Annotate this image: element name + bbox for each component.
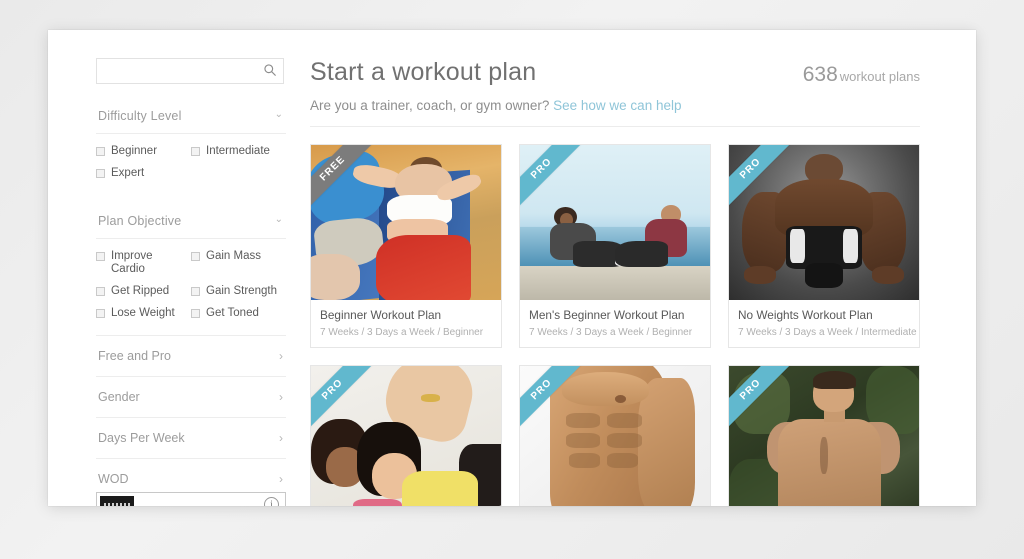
filter-row-label: WOD — [98, 472, 129, 486]
search-box[interactable] — [96, 58, 284, 84]
card-image: PRO — [729, 366, 919, 506]
filter-option-label: Improve Cardio — [111, 250, 153, 275]
workout-plan-grid: FREE Beginner Workout Plan 7 Weeks / 3 D… — [310, 144, 920, 506]
screen: Difficulty Level ⌄ Beginner Intermediate… — [0, 0, 1024, 559]
card-title: Beginner Workout Plan — [320, 308, 442, 322]
filter-option-expert[interactable]: Expert — [96, 167, 191, 180]
filter-option-gain-mass[interactable]: Gain Mass — [191, 250, 286, 276]
info-icon[interactable]: i — [264, 497, 279, 506]
filter-option-label: Gain Strength — [206, 285, 277, 297]
filter-option-gain-strength[interactable]: Gain Strength — [191, 285, 286, 298]
card-image: PRO — [520, 366, 710, 506]
main-content: Start a workout plan 638 workout plans Ar… — [310, 54, 920, 506]
filter-group-difficulty-level: Difficulty Level ⌄ Beginner Intermediate… — [96, 100, 286, 189]
chevron-right-icon[interactable]: › — [279, 350, 283, 362]
card-image: PRO — [311, 366, 501, 506]
card-meta: 7 Weeks / 3 Days a Week / Beginner — [320, 327, 484, 338]
filter-row-label: Days Per Week — [98, 431, 185, 445]
card-title: Men's Beginner Workout Plan — [529, 308, 685, 322]
page-header: Start a workout plan 638 workout plans Ar… — [310, 54, 920, 127]
workout-plan-card[interactable]: PRO — [310, 365, 502, 506]
plan-count-label: workout plans — [839, 69, 920, 84]
filter-header-difficulty-level[interactable]: Difficulty Level ⌄ — [96, 100, 286, 134]
filter-row-gender[interactable]: Gender › — [96, 377, 286, 418]
card-image: PRO — [520, 145, 710, 300]
card-meta: 7 Weeks / 3 Days a Week / Beginner — [529, 327, 693, 338]
filter-row-free-and-pro[interactable]: Free and Pro › — [96, 335, 286, 377]
filter-option-improve-cardio[interactable]: Improve Cardio — [96, 250, 191, 276]
workout-plan-card[interactable]: PRO — [728, 365, 920, 506]
sidebar-ad-banner[interactable]: i — [96, 492, 286, 506]
checkbox-icon[interactable] — [96, 147, 105, 156]
filter-title: Difficulty Level — [98, 109, 182, 123]
trainer-prompt-text: Are you a trainer, coach, or gym owner? — [310, 98, 550, 113]
filter-option-label: Intermediate — [206, 145, 270, 157]
card-body: Men's Beginner Workout Plan 7 Weeks / 3 … — [520, 300, 710, 347]
plan-count-number: 638 — [802, 63, 838, 86]
filter-option-label: Get Ripped — [111, 285, 170, 297]
checkbox-icon[interactable] — [96, 287, 105, 296]
checkbox-icon[interactable] — [191, 287, 200, 296]
filter-row-label: Gender — [98, 390, 140, 404]
see-how-we-can-help-link[interactable]: See how we can help — [553, 98, 681, 113]
plan-count: 638 workout plans — [803, 63, 920, 87]
card-title: No Weights Workout Plan — [738, 308, 873, 322]
checkbox-icon[interactable] — [191, 252, 200, 261]
trainer-prompt: Are you a trainer, coach, or gym owner? … — [310, 98, 681, 113]
search-input[interactable] — [97, 59, 257, 83]
checkbox-icon[interactable] — [191, 147, 200, 156]
filter-options-plan-objective: Improve Cardio Gain Mass Get Ripped Gain… — [96, 239, 286, 329]
filter-option-label: Get Toned — [206, 307, 259, 319]
filter-option-intermediate[interactable]: Intermediate — [191, 145, 286, 158]
filter-option-get-ripped[interactable]: Get Ripped — [96, 285, 191, 298]
card-body: Beginner Workout Plan 7 Weeks / 3 Days a… — [311, 300, 501, 347]
ad-thumbnail — [100, 496, 134, 506]
filter-option-lose-weight[interactable]: Lose Weight — [96, 307, 191, 320]
workout-plan-card[interactable]: PRO Men's Beginner Workout Plan 7 Weeks … — [519, 144, 711, 348]
chevron-down-icon[interactable]: ⌄ — [275, 214, 283, 225]
filter-row-label: Free and Pro — [98, 349, 171, 363]
checkbox-icon[interactable] — [96, 169, 105, 178]
search-icon[interactable] — [263, 63, 277, 79]
page-title: Start a workout plan — [310, 58, 537, 86]
filter-option-label: Beginner — [111, 145, 158, 157]
checkbox-icon[interactable] — [191, 309, 200, 318]
filter-row-days-per-week[interactable]: Days Per Week › — [96, 418, 286, 459]
chevron-right-icon[interactable]: › — [279, 391, 283, 403]
filter-option-label: Expert — [111, 167, 145, 179]
filter-title: Plan Objective — [98, 214, 182, 228]
checkbox-icon[interactable] — [96, 309, 105, 318]
card-body: No Weights Workout Plan 7 Weeks / 3 Days… — [729, 300, 919, 347]
workout-plan-card[interactable]: PRO — [519, 365, 711, 506]
filter-group-plan-objective: Plan Objective ⌄ Improve Cardio Gain Mas… — [96, 205, 286, 329]
workout-plan-card[interactable]: FREE Beginner Workout Plan 7 Weeks / 3 D… — [310, 144, 502, 348]
page-sheet: Difficulty Level ⌄ Beginner Intermediate… — [48, 30, 976, 506]
filter-option-label: Gain Mass — [206, 250, 261, 262]
chevron-down-icon[interactable]: ⌄ — [275, 109, 283, 120]
workout-plan-card[interactable]: PRO No Weights Workout Plan 7 Weeks / 3 … — [728, 144, 920, 348]
filter-option-beginner[interactable]: Beginner — [96, 145, 191, 158]
filter-header-plan-objective[interactable]: Plan Objective ⌄ — [96, 205, 286, 239]
filter-option-label: Lose Weight — [111, 307, 175, 319]
collapsed-filter-list: Free and Pro › Gender › Days Per Week › … — [96, 335, 286, 500]
filter-options-difficulty-level: Beginner Intermediate Expert — [96, 134, 286, 189]
card-image: PRO — [729, 145, 919, 300]
chevron-right-icon[interactable]: › — [279, 432, 283, 444]
checkbox-icon[interactable] — [96, 252, 105, 261]
filter-sidebar: Difficulty Level ⌄ Beginner Intermediate… — [96, 58, 286, 500]
card-image: FREE — [311, 145, 501, 300]
filter-option-get-toned[interactable]: Get Toned — [191, 307, 286, 320]
card-meta: 7 Weeks / 3 Days a Week / Intermediate — [738, 327, 917, 338]
chevron-right-icon[interactable]: › — [279, 473, 283, 485]
